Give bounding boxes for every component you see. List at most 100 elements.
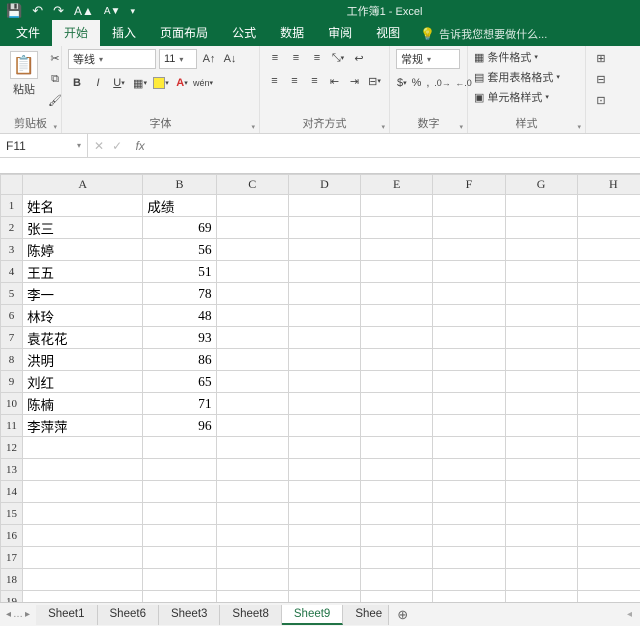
cell-D4[interactable] <box>288 261 360 283</box>
col-header-E[interactable]: E <box>361 175 433 195</box>
cell-F19[interactable] <box>433 591 505 603</box>
cell-F4[interactable] <box>433 261 505 283</box>
align-bottom-icon[interactable]: ≡ <box>308 49 326 67</box>
cell-D18[interactable] <box>288 569 360 591</box>
tell-me[interactable]: 💡告诉我您想要做什么... <box>420 26 547 46</box>
align-middle-icon[interactable]: ≡ <box>287 49 305 67</box>
cell-H13[interactable] <box>577 459 640 481</box>
cell-C1[interactable] <box>216 195 288 217</box>
insert-cells-icon[interactable]: ⊞ <box>592 49 610 67</box>
cell-E10[interactable] <box>361 393 433 415</box>
cell-G6[interactable] <box>505 305 577 327</box>
cell-C7[interactable] <box>216 327 288 349</box>
cell-H19[interactable] <box>577 591 640 603</box>
inc-decimal-icon[interactable]: .0→ <box>433 74 451 92</box>
cell-G4[interactable] <box>505 261 577 283</box>
row-header-16[interactable]: 16 <box>1 525 23 547</box>
cell-F9[interactable] <box>433 371 505 393</box>
row-header-11[interactable]: 11 <box>1 415 23 437</box>
cell-E6[interactable] <box>361 305 433 327</box>
cell-H4[interactable] <box>577 261 640 283</box>
cell-A14[interactable] <box>23 481 143 503</box>
cell-F16[interactable] <box>433 525 505 547</box>
add-sheet-button[interactable]: ⊕ <box>389 607 416 623</box>
fill-color-button[interactable]: ▾ <box>152 74 170 92</box>
shrink-font-icon[interactable]: A↓ <box>221 50 239 68</box>
cell-C19[interactable] <box>216 591 288 603</box>
cell-E12[interactable] <box>361 437 433 459</box>
cell-A19[interactable] <box>23 591 143 603</box>
tab-layout[interactable]: 页面布局 <box>148 20 220 46</box>
cell-F17[interactable] <box>433 547 505 569</box>
row-header-8[interactable]: 8 <box>1 349 23 371</box>
cell-H8[interactable] <box>577 349 640 371</box>
cell-B14[interactable] <box>143 481 216 503</box>
cell-B17[interactable] <box>143 547 216 569</box>
tab-data[interactable]: 数据 <box>268 20 316 46</box>
row-header-12[interactable]: 12 <box>1 437 23 459</box>
cell-C4[interactable] <box>216 261 288 283</box>
cell-D10[interactable] <box>288 393 360 415</box>
cell-G3[interactable] <box>505 239 577 261</box>
cell-F15[interactable] <box>433 503 505 525</box>
cell-G14[interactable] <box>505 481 577 503</box>
cell-A17[interactable] <box>23 547 143 569</box>
cell-E4[interactable] <box>361 261 433 283</box>
cell-grid[interactable]: ABCDEFGH1姓名成绩2张三693陈婷564王五515李一786林玲487袁… <box>0 158 640 602</box>
wrap-text-icon[interactable]: ↩ <box>350 49 368 67</box>
cell-A9[interactable]: 刘红 <box>23 371 143 393</box>
cell-G1[interactable] <box>505 195 577 217</box>
row-header-5[interactable]: 5 <box>1 283 23 305</box>
cell-G11[interactable] <box>505 415 577 437</box>
cell-D15[interactable] <box>288 503 360 525</box>
cell-B4[interactable]: 51 <box>143 261 216 283</box>
cell-A11[interactable]: 李萍萍 <box>23 415 143 437</box>
cell-F8[interactable] <box>433 349 505 371</box>
align-left-icon[interactable]: ≡ <box>266 72 283 90</box>
cell-A8[interactable]: 洪明 <box>23 349 143 371</box>
cell-F12[interactable] <box>433 437 505 459</box>
cell-F10[interactable] <box>433 393 505 415</box>
bold-button[interactable]: B <box>68 74 86 92</box>
font-name-select[interactable]: 等线▾ <box>68 49 156 69</box>
cell-E18[interactable] <box>361 569 433 591</box>
cell-B5[interactable]: 78 <box>143 283 216 305</box>
cell-C13[interactable] <box>216 459 288 481</box>
cell-D12[interactable] <box>288 437 360 459</box>
cell-C17[interactable] <box>216 547 288 569</box>
cell-G10[interactable] <box>505 393 577 415</box>
cell-A10[interactable]: 陈楠 <box>23 393 143 415</box>
sheet-tab-Sheet6[interactable]: Sheet6 <box>98 605 159 625</box>
cell-G13[interactable] <box>505 459 577 481</box>
cell-H18[interactable] <box>577 569 640 591</box>
cell-H14[interactable] <box>577 481 640 503</box>
row-header-1[interactable]: 1 <box>1 195 23 217</box>
cell-B3[interactable]: 56 <box>143 239 216 261</box>
format-cells-icon[interactable]: ⊡ <box>592 91 610 109</box>
cell-A12[interactable] <box>23 437 143 459</box>
row-header-7[interactable]: 7 <box>1 327 23 349</box>
cell-F13[interactable] <box>433 459 505 481</box>
row-header-4[interactable]: 4 <box>1 261 23 283</box>
delete-cells-icon[interactable]: ⊟ <box>592 70 610 88</box>
cell-G8[interactable] <box>505 349 577 371</box>
cell-C14[interactable] <box>216 481 288 503</box>
cell-D9[interactable] <box>288 371 360 393</box>
cell-H12[interactable] <box>577 437 640 459</box>
border-button[interactable]: ▦▾ <box>131 74 149 92</box>
cell-G5[interactable] <box>505 283 577 305</box>
cell-E2[interactable] <box>361 217 433 239</box>
cell-B9[interactable]: 65 <box>143 371 216 393</box>
sheet-tab-Sheet9[interactable]: Sheet9 <box>282 605 343 625</box>
tab-home[interactable]: 开始 <box>52 20 100 46</box>
cell-A13[interactable] <box>23 459 143 481</box>
row-header-14[interactable]: 14 <box>1 481 23 503</box>
row-header-18[interactable]: 18 <box>1 569 23 591</box>
cell-D7[interactable] <box>288 327 360 349</box>
save-icon[interactable]: 💾 <box>6 3 22 19</box>
cell-E19[interactable] <box>361 591 433 603</box>
cell-B8[interactable]: 86 <box>143 349 216 371</box>
indent-inc-icon[interactable]: ⇥ <box>346 72 363 90</box>
sheet-nav-first-icon[interactable]: ◂ <box>6 609 11 620</box>
cell-style-button[interactable]: ▣单元格样式▾ <box>474 89 579 105</box>
